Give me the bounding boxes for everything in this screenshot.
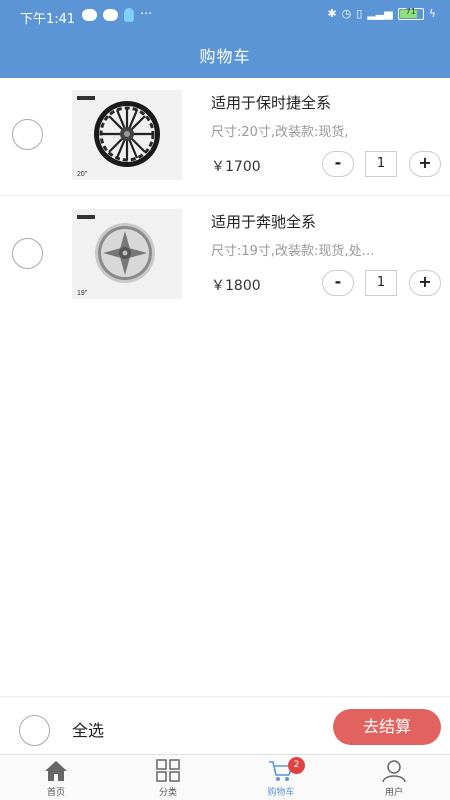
- wheel-black-image: 20": [72, 90, 182, 180]
- quantity-input[interactable]: 1: [365, 270, 397, 296]
- battery-level: 71: [405, 6, 416, 16]
- signal-icon: ▂▃▅: [367, 7, 393, 20]
- product-price: ￥1700: [211, 159, 261, 175]
- product-image[interactable]: 19": [72, 209, 182, 299]
- product-name[interactable]: 适用于奔驰全系: [211, 211, 316, 232]
- tab-category[interactable]: 分类: [112, 755, 224, 800]
- user-icon: [382, 760, 406, 783]
- cart-count-badge: 2: [288, 757, 305, 774]
- checkout-bar: 全选 去结算: [0, 696, 450, 754]
- tab-label: 首页: [46, 788, 65, 798]
- wechat-icon-2: [103, 8, 118, 21]
- vibrate-icon: ▯: [356, 7, 363, 20]
- tab-cart[interactable]: 2 购物车: [225, 755, 337, 800]
- image-size-label: 20": [77, 171, 88, 178]
- wechat-icon: [82, 8, 97, 21]
- image-size-label: 19": [77, 290, 88, 297]
- item-select-radio[interactable]: [12, 238, 43, 269]
- alarm-icon: ◷: [341, 7, 352, 20]
- more-dots-icon: ···: [140, 7, 153, 22]
- select-all-label[interactable]: 全选: [72, 717, 104, 741]
- increment-button[interactable]: +: [409, 270, 441, 296]
- tab-user[interactable]: 用户: [338, 755, 450, 800]
- cart-item: 20" 适用于保时捷全系 尺寸:20寸,改装款:现货, ￥1700 - 1 +: [0, 78, 450, 196]
- header-bar: 下午1:41 ··· ✱ ◷ ▯ ▂▃▅ 71 ϟ 购物车: [0, 0, 450, 78]
- product-spec: 尺寸:20寸,改装款:现货,: [211, 125, 349, 140]
- checkout-button[interactable]: 去结算: [333, 709, 441, 745]
- notification-icons: ···: [82, 7, 152, 22]
- battery-icon: 71: [397, 6, 424, 20]
- increment-button[interactable]: +: [409, 151, 441, 177]
- product-spec: 尺寸:19寸,改装款:现货,处…: [211, 244, 375, 259]
- status-time: 下午1:41: [20, 12, 76, 27]
- select-all-radio[interactable]: [19, 715, 50, 746]
- page-title: 购物车: [199, 47, 251, 66]
- wheel-chrome-image: 19": [72, 209, 182, 299]
- cart-item: 19" 适用于奔驰全系 尺寸:19寸,改装款:现货,处… ￥1800 - 1 +: [0, 197, 450, 315]
- grid-icon: [156, 759, 180, 782]
- product-name[interactable]: 适用于保时捷全系: [211, 92, 331, 113]
- tab-label: 购物车: [267, 788, 295, 798]
- system-icons: ✱ ◷ ▯ ▂▃▅ 71 ϟ: [327, 6, 436, 21]
- tab-home[interactable]: 首页: [0, 755, 112, 800]
- quantity-input[interactable]: 1: [365, 151, 397, 177]
- decrement-button[interactable]: -: [322, 270, 354, 296]
- tab-bar: 首页 分类 2 购物车 用户: [0, 754, 450, 800]
- tab-label: 分类: [158, 788, 177, 798]
- home-icon: [45, 761, 67, 781]
- product-image[interactable]: 20": [72, 90, 182, 180]
- tab-label: 用户: [384, 788, 403, 798]
- product-price: ￥1800: [211, 278, 261, 294]
- bluetooth-icon: ✱: [327, 7, 337, 20]
- charging-icon: ϟ: [428, 7, 436, 20]
- item-select-radio[interactable]: [12, 119, 43, 150]
- qq-icon: [124, 7, 134, 22]
- decrement-button[interactable]: -: [322, 151, 354, 177]
- status-bar: 下午1:41 ··· ✱ ◷ ▯ ▂▃▅ 71 ϟ: [0, 0, 450, 33]
